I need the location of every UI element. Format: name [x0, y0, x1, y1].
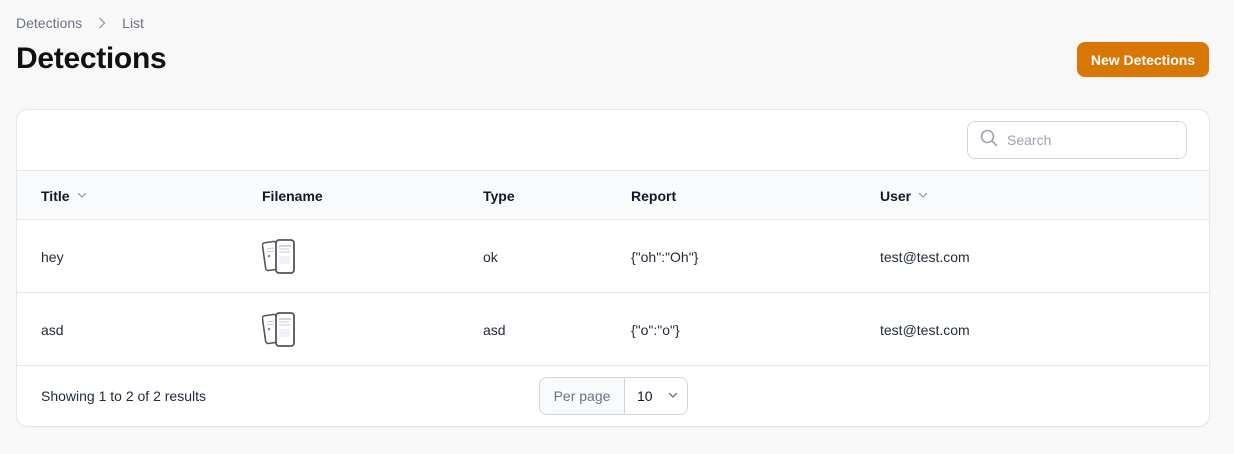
cell-report: {"o":"o"}: [631, 321, 680, 338]
breadcrumb-item-list: List: [122, 15, 144, 31]
breadcrumb-item-detections[interactable]: Detections: [16, 15, 82, 31]
chevron-down-icon: [76, 188, 88, 204]
cell-title: asd: [41, 321, 64, 338]
column-label: Filename: [262, 187, 323, 204]
new-detections-button[interactable]: New Detections: [1077, 42, 1209, 77]
table-toolbar: [17, 110, 1209, 171]
image-thumbnail-icon: [261, 311, 296, 348]
column-header-filename: Filename: [262, 171, 323, 220]
chevron-right-icon: [96, 17, 108, 29]
detections-table-card: Title Filename Type Report User hey: [16, 109, 1210, 427]
per-page-value: 10: [637, 388, 653, 404]
search-icon: [980, 129, 998, 152]
table-header: Title Filename Type Report User: [17, 171, 1209, 220]
column-label: Title: [41, 187, 70, 204]
column-label: Type: [483, 187, 515, 204]
cell-title: hey: [41, 248, 64, 265]
cell-filename: [261, 293, 296, 366]
results-count: Showing 1 to 2 of 2 results: [41, 388, 206, 404]
breadcrumb: Detections List: [16, 15, 144, 31]
cell-type: asd: [483, 321, 506, 338]
table-footer: Showing 1 to 2 of 2 results Per page 10: [17, 366, 1209, 426]
chevron-down-icon: [917, 188, 929, 204]
cell-report: {"oh":"Oh"}: [631, 248, 699, 265]
column-header-title[interactable]: Title: [41, 171, 88, 220]
column-header-user[interactable]: User: [880, 171, 929, 220]
cell-user: test@test.com: [880, 321, 970, 338]
per-page-label: Per page: [540, 378, 625, 414]
column-header-type: Type: [483, 171, 515, 220]
cell-user: test@test.com: [880, 248, 970, 265]
page-title: Detections: [16, 42, 167, 75]
column-label: Report: [631, 187, 677, 204]
per-page-select[interactable]: 10: [625, 378, 687, 414]
table-row[interactable]: hey ok {"oh":"Oh"} test@test.com: [17, 220, 1209, 293]
chevron-down-icon: [667, 388, 679, 404]
table-row[interactable]: asd asd {"o":"o"} test@test.com: [17, 293, 1209, 366]
column-label: User: [880, 187, 912, 204]
cell-filename: [261, 220, 296, 293]
column-header-report: Report: [631, 171, 676, 220]
image-thumbnail-icon: [261, 238, 296, 275]
search-box[interactable]: [967, 121, 1187, 159]
search-input[interactable]: [1007, 132, 1167, 148]
per-page-control[interactable]: Per page 10: [539, 377, 688, 415]
cell-type: ok: [483, 248, 498, 265]
